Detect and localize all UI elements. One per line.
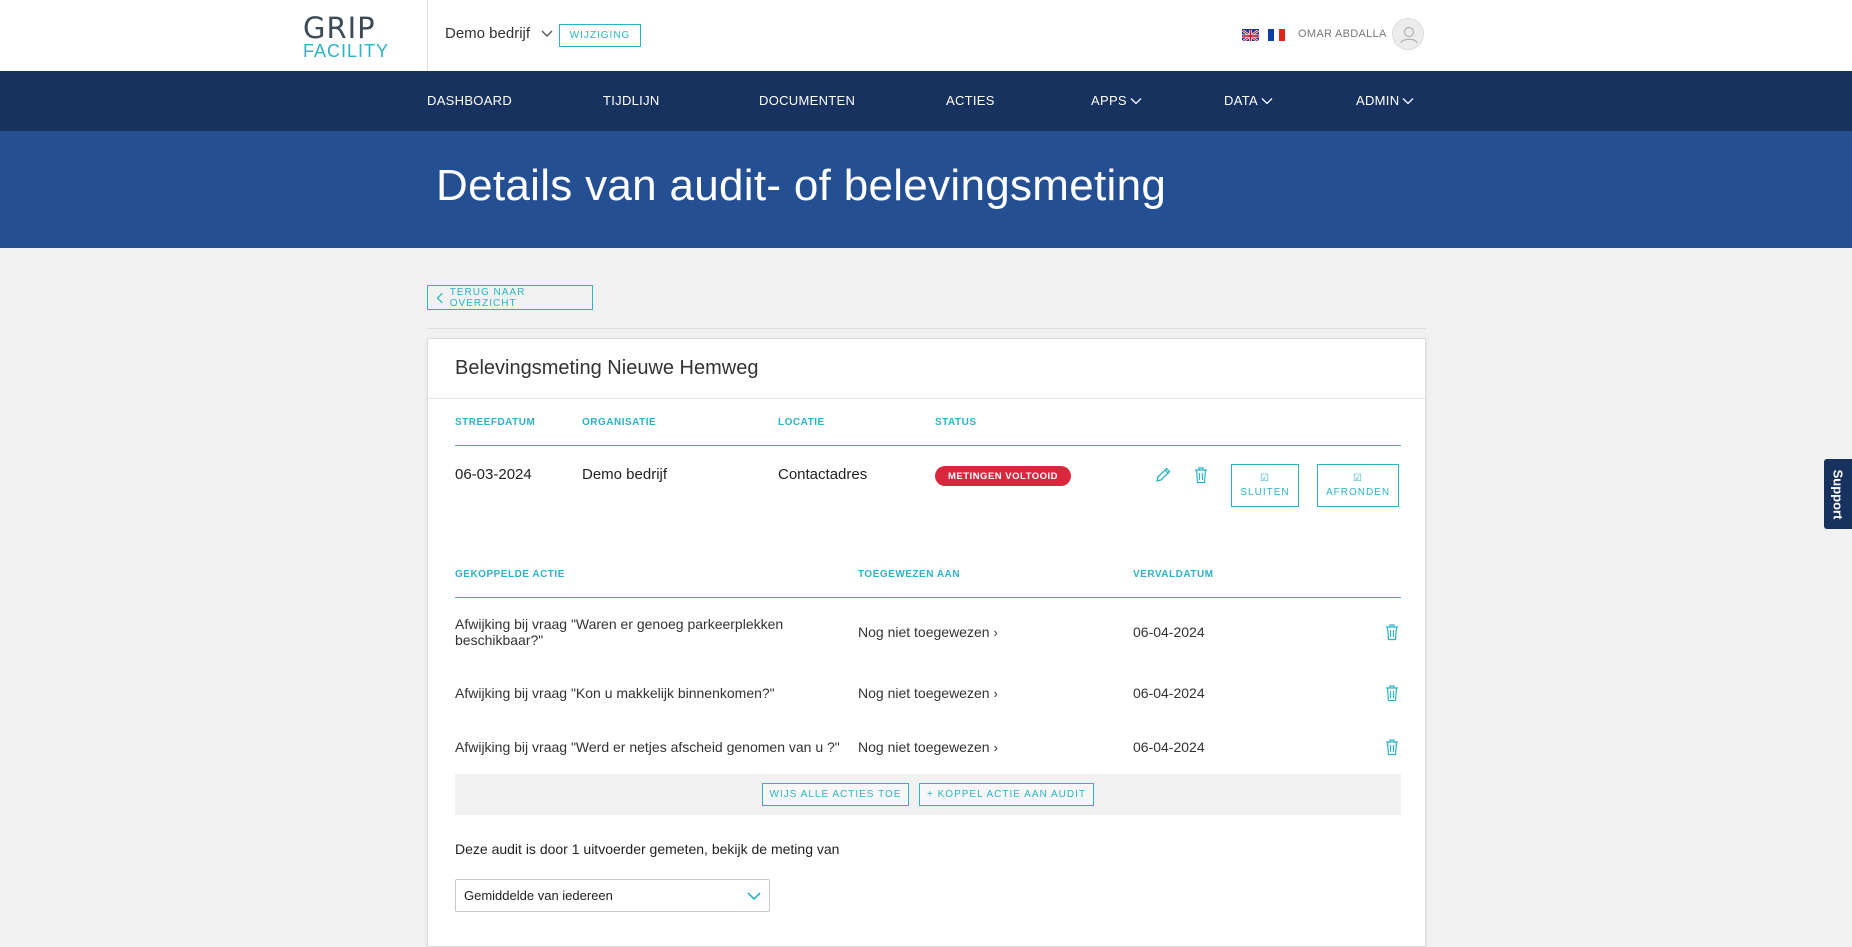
uk-flag-icon[interactable] xyxy=(1242,29,1259,41)
nav-apps[interactable]: APPS xyxy=(1091,93,1142,108)
link-action-button[interactable]: + KOPPEL ACTIE AAN AUDIT xyxy=(919,783,1094,806)
page-banner: Details van audit- of belevingsmeting xyxy=(0,131,1852,248)
action-text: beschikbaar?" xyxy=(455,632,544,648)
support-label: Support xyxy=(1830,469,1846,519)
header-underline xyxy=(455,445,1401,446)
action-text: Afwijking bij vraag "Werd er netjes afsc… xyxy=(455,739,840,755)
chevron-down-icon xyxy=(747,892,761,901)
top-bar: GRIP FACILITY Demo bedrijf WIJZIGING OMA… xyxy=(0,0,1852,71)
nav-label: ACTIES xyxy=(946,93,995,108)
assign-all-actions-button[interactable]: WIJS ALLE ACTIES TOE xyxy=(762,783,909,806)
assigned-value: Nog niet toegewezen xyxy=(858,739,990,755)
delete-action-button[interactable] xyxy=(1381,736,1403,758)
organization-value: Demo bedrijf xyxy=(582,466,668,483)
chevron-right-icon: › xyxy=(993,624,998,640)
fr-flag-icon[interactable] xyxy=(1268,29,1285,41)
nav-label: DOCUMENTEN xyxy=(759,93,856,108)
nav-dashboard[interactable]: DASHBOARD xyxy=(427,93,512,108)
audit-card: Belevingsmeting Nieuwe Hemweg STREEFDATU… xyxy=(427,338,1426,947)
nav-acties[interactable]: ACTIES xyxy=(946,93,995,108)
change-company-button[interactable]: WIJZIGING xyxy=(559,24,641,47)
edit-button[interactable] xyxy=(1152,464,1174,486)
due-date: 06-04-2024 xyxy=(1133,624,1205,640)
trash-icon xyxy=(1386,685,1398,702)
target-date-value: 06-03-2024 xyxy=(455,466,532,483)
table-row: Afwijking bij vraag "Werd er netjes afsc… xyxy=(455,739,840,755)
company-name[interactable]: Demo bedrijf xyxy=(445,25,530,42)
assign-link[interactable]: Nog niet toegewezen › xyxy=(858,739,998,755)
nav-documenten[interactable]: DOCUMENTEN xyxy=(759,93,855,108)
main-nav: DASHBOARD TIJDLIJN DOCUMENTEN ACTIES APP… xyxy=(0,71,1852,131)
assign-link[interactable]: Nog niet toegewezen › xyxy=(858,685,998,701)
chevron-down-icon xyxy=(1402,97,1414,104)
table-row: Afwijking bij vraag "Waren er genoeg par… xyxy=(455,616,795,648)
header-organization: ORGANISATIE xyxy=(582,417,657,428)
nav-label: DASHBOARD xyxy=(427,93,513,108)
finish-label: AFRONDEN xyxy=(1325,486,1391,498)
header-due-date: VERVALDATUM xyxy=(1133,569,1214,580)
due-date: 06-04-2024 xyxy=(1133,685,1205,701)
chevron-left-icon xyxy=(436,292,443,303)
delete-action-button[interactable] xyxy=(1381,682,1403,704)
actions-header-underline xyxy=(455,597,1401,598)
chevron-right-icon: › xyxy=(993,685,998,701)
assigned-value: Nog niet toegewezen xyxy=(858,685,990,701)
nav-label: TIJDLIJN xyxy=(603,93,660,108)
header-target-date: STREEFDATUM xyxy=(455,417,536,428)
assigned-value: Nog niet toegewezen xyxy=(858,624,990,640)
assign-link[interactable]: Nog niet toegewezen › xyxy=(858,624,998,640)
check-square-icon: ☑ xyxy=(1353,472,1363,484)
close-audit-button[interactable]: ☑ SLUITEN xyxy=(1231,464,1299,507)
trash-icon xyxy=(1386,624,1398,641)
nav-data[interactable]: DATA xyxy=(1224,93,1273,108)
support-tab[interactable]: Support xyxy=(1824,459,1852,529)
trash-icon xyxy=(1195,467,1207,484)
chevron-right-icon: › xyxy=(993,739,998,755)
grip-facility-logo[interactable]: GRIP FACILITY xyxy=(303,11,388,61)
card-divider xyxy=(428,398,1425,399)
nav-admin[interactable]: ADMIN xyxy=(1356,93,1414,108)
header-location: LOCATIE xyxy=(778,417,825,428)
select-value: Gemiddelde van iedereen xyxy=(464,888,613,903)
logo-text-bottom: FACILITY xyxy=(303,41,390,61)
page-title: Details van audit- of belevingsmeting xyxy=(436,161,1167,210)
user-name[interactable]: OMAR ABDALLA xyxy=(1298,28,1387,40)
table-row: Afwijking bij vraag "Kon u makkelijk bin… xyxy=(455,685,775,701)
measurement-text: Deze audit is door 1 uitvoerder gemeten,… xyxy=(455,841,840,857)
due-date: 06-04-2024 xyxy=(1133,739,1205,755)
action-text: Afwijking bij vraag "Waren er genoeg par… xyxy=(455,616,784,632)
user-icon xyxy=(1400,26,1418,44)
delete-audit-button[interactable] xyxy=(1190,464,1212,486)
location-value: Contactadres xyxy=(778,466,868,483)
close-label: SLUITEN xyxy=(1240,486,1290,498)
back-label: TERUG NAAR OVERZICHT xyxy=(449,286,526,309)
logo-text-top: GRIP xyxy=(303,11,376,45)
finish-audit-button[interactable]: ☑ AFRONDEN xyxy=(1317,464,1399,507)
check-square-icon: ☑ xyxy=(1260,472,1270,484)
nav-label: ADMIN xyxy=(1356,93,1400,108)
chevron-down-icon xyxy=(1261,97,1273,104)
header-linked-action: GEKOPPELDE ACTIE xyxy=(455,569,565,580)
nav-label: APPS xyxy=(1091,93,1127,108)
chevron-down-icon[interactable] xyxy=(540,27,554,41)
pencil-icon xyxy=(1156,467,1171,482)
header-status: STATUS xyxy=(935,417,977,428)
nav-tijdlijn[interactable]: TIJDLIJN xyxy=(603,93,660,108)
chevron-down-icon xyxy=(1130,97,1142,104)
measurement-select[interactable]: Gemiddelde van iedereen xyxy=(455,879,770,912)
status-badge: METINGEN VOLTOOID xyxy=(935,466,1072,486)
divider xyxy=(427,328,1426,329)
back-to-overview-button[interactable]: TERUG NAAR OVERZICHT xyxy=(427,285,593,310)
nav-label: DATA xyxy=(1224,93,1258,108)
header-divider xyxy=(427,0,428,71)
header-assigned-to: TOEGEWEZEN AAN xyxy=(858,569,961,580)
actions-footer: WIJS ALLE ACTIES TOE + KOPPEL ACTIE AAN … xyxy=(455,774,1401,815)
action-text: Afwijking bij vraag "Kon u makkelijk bin… xyxy=(455,685,775,701)
delete-action-button[interactable] xyxy=(1381,621,1403,643)
avatar[interactable] xyxy=(1392,18,1424,50)
audit-title: Belevingsmeting Nieuwe Hemweg xyxy=(455,357,759,379)
trash-icon xyxy=(1386,739,1398,756)
